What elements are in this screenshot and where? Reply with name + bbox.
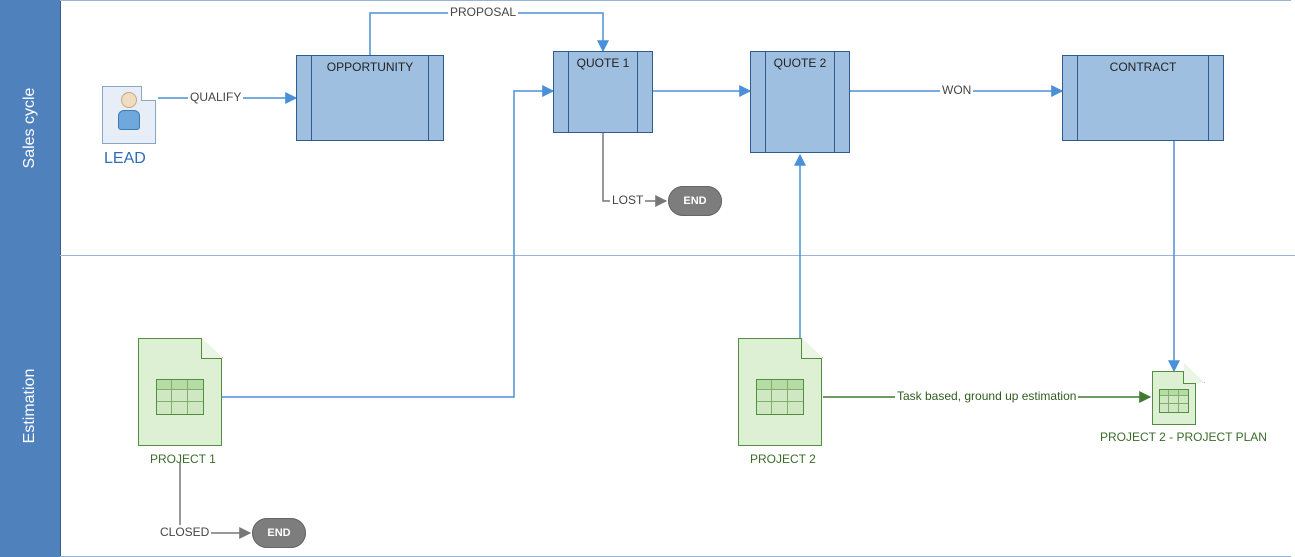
end-closed-node: END	[252, 518, 306, 548]
opportunity-label: OPPORTUNITY	[297, 60, 443, 74]
edge-closed-label: CLOSED	[158, 525, 211, 539]
opportunity-node: OPPORTUNITY	[296, 55, 444, 141]
lane-sales-label: Sales cycle	[21, 87, 39, 168]
edge-won-label: WON	[940, 83, 973, 97]
edge-proposal-label: PROPOSAL	[448, 5, 518, 19]
quote1-node: QUOTE 1	[553, 51, 653, 133]
note-fold-icon	[201, 338, 222, 359]
contract-label: CONTRACT	[1063, 60, 1223, 74]
diagram-canvas: Sales cycle Estimation	[0, 0, 1295, 557]
table-icon	[756, 379, 804, 415]
quote2-node: QUOTE 2	[750, 51, 850, 153]
project1-node	[138, 338, 222, 446]
end-lost-node: END	[668, 186, 722, 216]
project1-label: PROJECT 1	[150, 452, 216, 466]
project2plan-label: PROJECT 2 - PROJECT PLAN	[1100, 430, 1267, 444]
lead-fold-icon	[141, 86, 156, 101]
edge-qualify-label: QUALIFY	[188, 90, 243, 104]
project2-node	[738, 338, 822, 446]
person-icon	[118, 92, 140, 130]
table-icon	[156, 379, 204, 415]
quote1-label: QUOTE 1	[554, 56, 652, 70]
lead-label: LEAD	[104, 150, 146, 168]
contract-node: CONTRACT	[1062, 55, 1224, 141]
project2plan-node	[1152, 371, 1196, 425]
quote2-label: QUOTE 2	[751, 56, 849, 70]
lane-divider	[60, 255, 1295, 256]
edge-task-est-label: Task based, ground up estimation	[895, 389, 1078, 403]
lead-node	[102, 86, 156, 144]
table-icon	[1159, 389, 1189, 413]
lane-estimation-band: Estimation	[0, 255, 61, 557]
lane-sales-band: Sales cycle	[0, 0, 61, 255]
lane-estimation-label: Estimation	[21, 369, 39, 444]
border-top	[60, 0, 1291, 1]
project2-label: PROJECT 2	[750, 452, 816, 466]
note-fold-icon	[801, 338, 822, 359]
note-fold-icon	[1183, 371, 1196, 384]
edge-lost-label: LOST	[610, 193, 645, 207]
